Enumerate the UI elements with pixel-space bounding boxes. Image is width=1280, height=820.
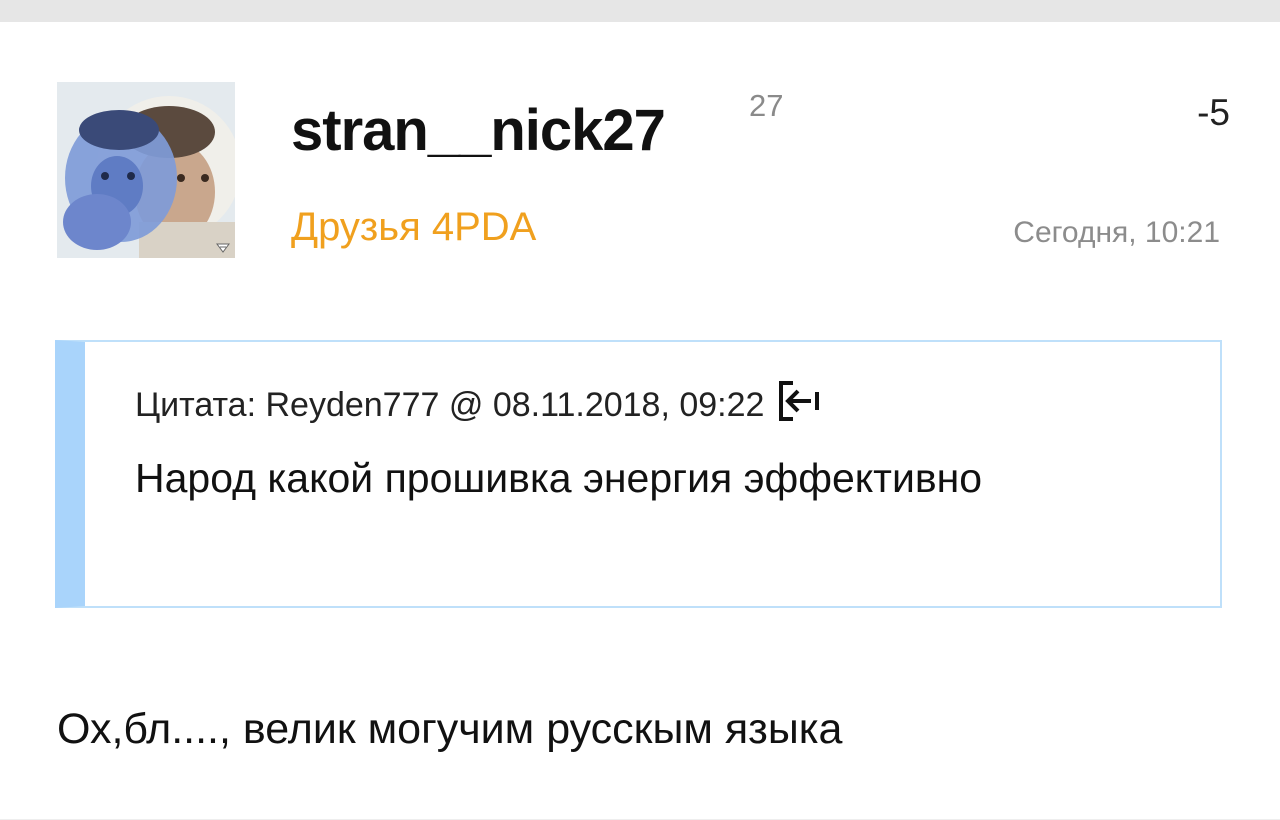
quote-text: Народ какой прошивка энергия эффективно	[135, 455, 983, 501]
post-rating[interactable]: -5	[1197, 94, 1230, 131]
avatar[interactable]	[57, 82, 235, 258]
quote-block: Цитата: Reyden777 @ 08.11.2018, 09:22 На…	[55, 340, 1222, 608]
top-divider-bar	[0, 0, 1280, 22]
avatar-image	[57, 82, 235, 258]
author-group: Друзья 4PDA	[291, 205, 537, 249]
quote-header-text: Цитата: Reyden777 @ 08.11.2018, 09:22	[135, 386, 765, 424]
quote-header: Цитата: Reyden777 @ 08.11.2018, 09:22	[135, 380, 821, 424]
avatar-menu-icon[interactable]	[215, 240, 231, 256]
forum-post: stran__nick27 27 -5 Друзья 4PDA Сегодня,…	[0, 22, 1280, 820]
arrow-to-source-icon[interactable]	[778, 380, 821, 422]
post-timestamp: Сегодня, 10:21	[1013, 216, 1220, 249]
author-reputation[interactable]: 27	[749, 90, 783, 121]
author-username[interactable]: stran__nick27	[291, 102, 666, 160]
post-body-text: Ох,бл...., велик могучим русскым языка	[57, 705, 843, 753]
